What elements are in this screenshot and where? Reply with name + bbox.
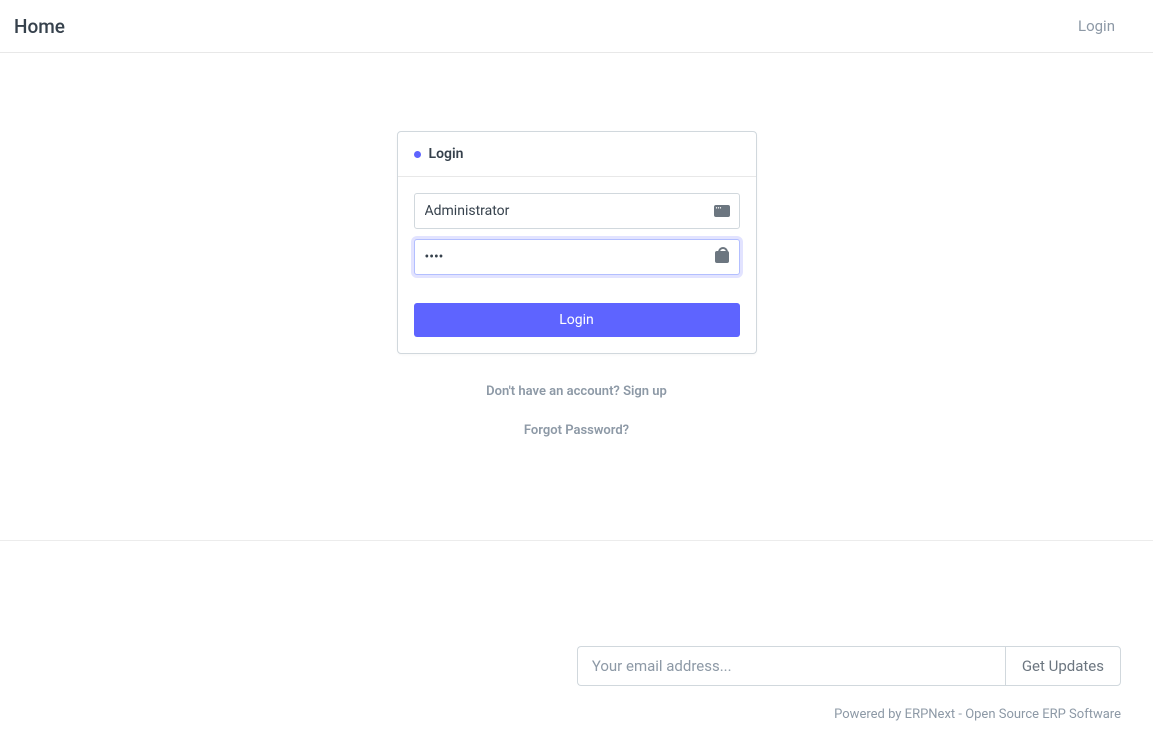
login-button[interactable]: Login — [414, 303, 740, 337]
auth-links: Don't have an account? Sign up Forgot Pa… — [486, 384, 667, 462]
username-wrap — [414, 193, 740, 229]
navbar: Home Login — [0, 0, 1153, 53]
signup-link[interactable]: Don't have an account? Sign up — [486, 384, 667, 399]
footer-divider — [0, 540, 1153, 541]
get-updates-button[interactable]: Get Updates — [1005, 646, 1121, 686]
login-nav-link[interactable]: Login — [1078, 17, 1139, 35]
card-header: Login — [398, 132, 756, 177]
main-content: Login Login Don't have an account? Sign … — [0, 53, 1153, 462]
username-input[interactable] — [414, 193, 740, 229]
login-card: Login Login — [397, 131, 757, 354]
card-title: Login — [429, 146, 464, 162]
password-wrap — [414, 239, 740, 275]
home-link[interactable]: Home — [14, 15, 65, 38]
keyboard-icon — [714, 204, 730, 218]
newsletter-email-input[interactable] — [577, 646, 1005, 686]
indicator-dot-icon — [414, 151, 421, 158]
forgot-password-link[interactable]: Forgot Password? — [486, 423, 667, 438]
newsletter-form: Get Updates — [577, 646, 1121, 686]
lock-icon — [714, 250, 730, 264]
card-body: Login — [398, 177, 756, 353]
password-input[interactable] — [414, 239, 740, 275]
powered-by-text: Powered by ERPNext - Open Source ERP Sof… — [834, 707, 1121, 722]
